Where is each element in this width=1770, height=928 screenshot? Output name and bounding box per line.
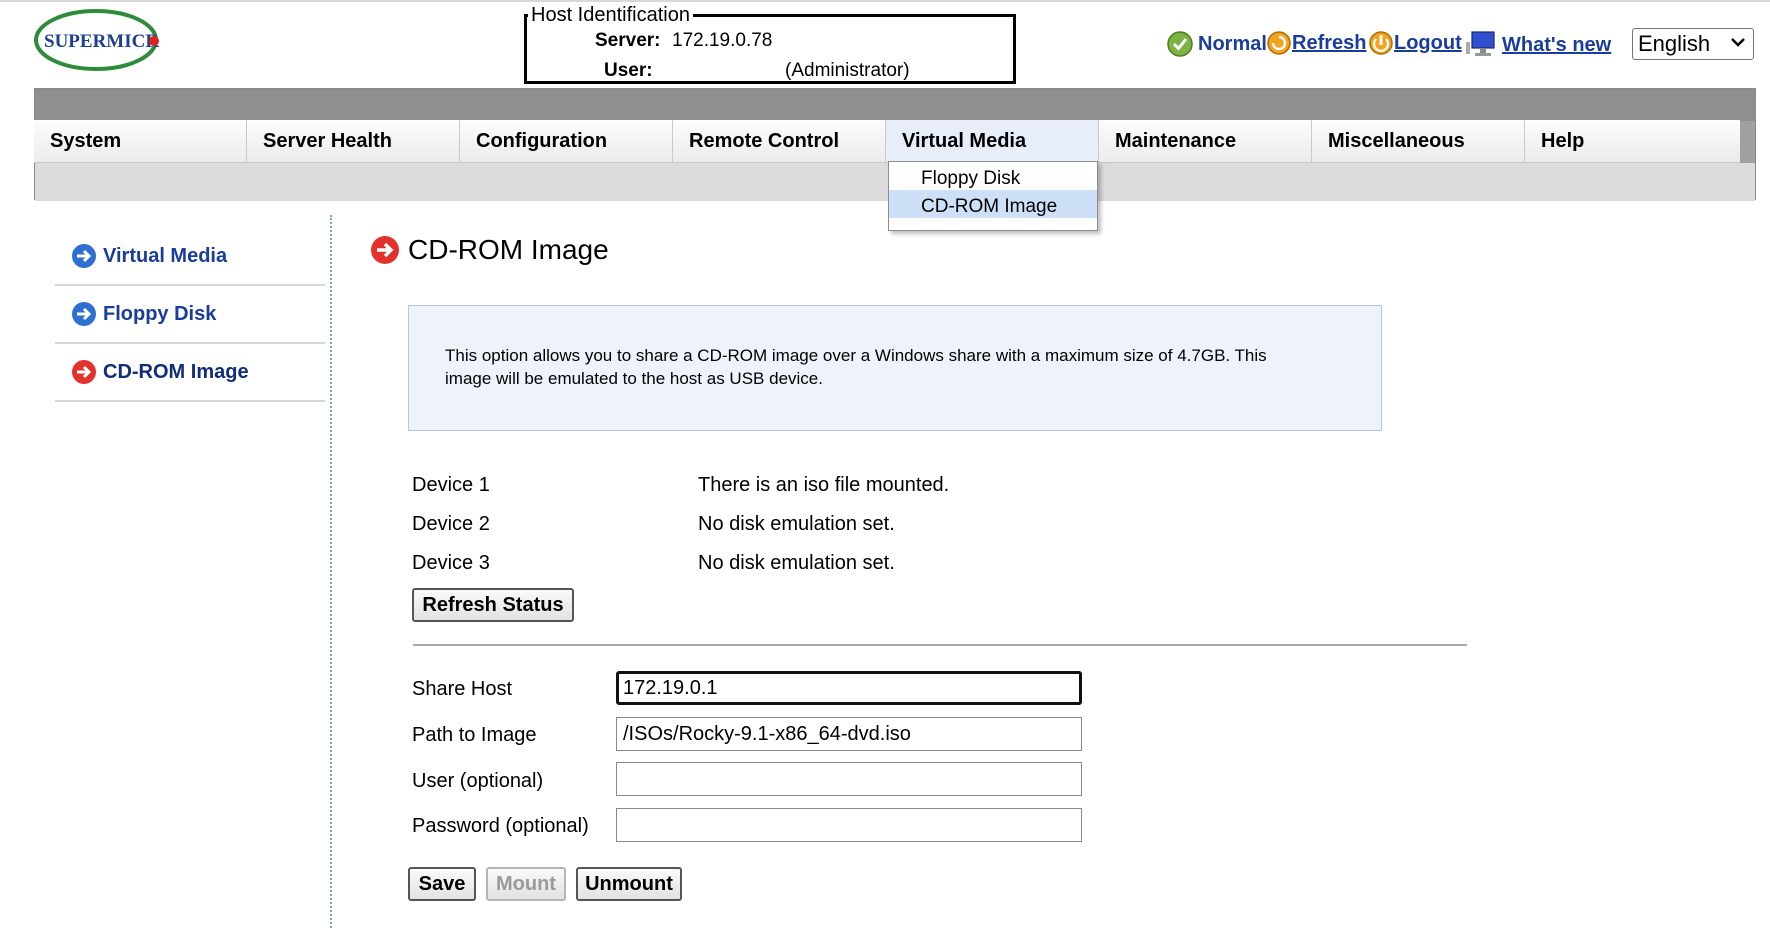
check-icon xyxy=(1167,31,1193,57)
path-to-image-label: Path to Image xyxy=(412,724,537,746)
save-button[interactable]: Save xyxy=(408,867,476,901)
device-3-status: No disk emulation set. xyxy=(698,552,895,574)
share-host-label: Share Host xyxy=(412,678,513,700)
device-3-label: Device 3 xyxy=(412,552,490,574)
password-input[interactable] xyxy=(616,808,1082,842)
dropdown-item-cd-rom-image[interactable]: CD-ROM Image xyxy=(889,190,1097,218)
refresh-status-button[interactable]: Refresh Status xyxy=(412,588,574,622)
sidebar-item-virtual-media[interactable]: Virtual Media xyxy=(55,228,325,286)
tab-maintenance[interactable]: Maintenance xyxy=(1099,120,1312,162)
refresh-link[interactable]: Refresh xyxy=(1266,30,1366,56)
logout-icon xyxy=(1369,31,1393,55)
logout-label[interactable]: Logout xyxy=(1394,32,1462,55)
server-value: 172.19.0.78 xyxy=(672,30,773,51)
status-indicator: Normal xyxy=(1166,30,1267,58)
tab-miscellaneous[interactable]: Miscellaneous xyxy=(1312,120,1525,162)
info-box: This option allows you to share a CD-ROM… xyxy=(408,305,1382,431)
sidebar-item-label: Floppy Disk xyxy=(103,302,217,325)
tab-configuration[interactable]: Configuration xyxy=(460,120,673,162)
logout-link[interactable]: Logout xyxy=(1368,30,1462,56)
language-value: English xyxy=(1638,31,1711,56)
page-title-text: CD-ROM Image xyxy=(408,234,609,265)
device-2-status: No disk emulation set. xyxy=(698,513,895,535)
refresh-icon xyxy=(1267,31,1291,55)
whats-new-label[interactable]: What's new xyxy=(1502,34,1611,57)
page-title: CD-ROM Image xyxy=(370,234,609,266)
password-optional-label: Password (optional) xyxy=(412,815,589,837)
monitor-icon xyxy=(1466,31,1495,56)
info-text-line-2: image will be emulated to the host as US… xyxy=(445,369,823,388)
whats-new-link[interactable]: What's new xyxy=(1466,30,1611,60)
host-identification-title: Host Identification xyxy=(528,4,693,27)
arrow-right-icon xyxy=(72,360,96,384)
virtual-media-dropdown: Floppy Disk CD-ROM Image xyxy=(888,161,1098,231)
language-select[interactable]: English xyxy=(1632,28,1754,60)
top-border xyxy=(0,0,1770,2)
sidebar-item-label: Virtual Media xyxy=(103,244,228,267)
mount-button[interactable]: Mount xyxy=(486,867,566,901)
device-2-label: Device 2 xyxy=(412,513,490,535)
supermicro-logo: SUPERMICR xyxy=(34,9,159,71)
tab-virtual-media[interactable]: Virtual Media xyxy=(886,120,1099,162)
form-divider xyxy=(413,644,1467,646)
tab-system[interactable]: System xyxy=(34,120,247,162)
sidebar-item-label: CD-ROM Image xyxy=(103,360,249,383)
share-host-input[interactable] xyxy=(616,671,1082,705)
status-label: Normal xyxy=(1198,32,1267,55)
refresh-label[interactable]: Refresh xyxy=(1292,32,1366,55)
arrow-right-icon xyxy=(371,236,399,264)
arrow-right-icon xyxy=(72,302,96,326)
main-nav: System Server Health Configuration Remot… xyxy=(34,120,1740,163)
user-optional-label: User (optional) xyxy=(412,770,544,792)
sidebar-item-floppy-disk[interactable]: Floppy Disk xyxy=(55,286,325,344)
device-1-label: Device 1 xyxy=(412,474,490,496)
server-label: Server: xyxy=(595,30,661,51)
tab-server-health[interactable]: Server Health xyxy=(247,120,460,162)
tab-remote-control[interactable]: Remote Control xyxy=(673,120,886,162)
user-input[interactable] xyxy=(616,762,1082,796)
arrow-right-icon xyxy=(72,244,96,268)
device-1-status: There is an iso file mounted. xyxy=(698,474,950,496)
user-value: (Administrator) xyxy=(785,60,910,81)
user-label: User: xyxy=(604,60,653,81)
svg-text:SUPERMICR: SUPERMICR xyxy=(44,31,159,52)
sidebar-divider xyxy=(330,215,332,928)
unmount-button[interactable]: Unmount xyxy=(576,867,682,901)
chevron-down-icon xyxy=(1731,38,1745,47)
nav-band-top xyxy=(35,89,1755,121)
dropdown-item-floppy-disk[interactable]: Floppy Disk xyxy=(889,162,1097,190)
tab-help[interactable]: Help xyxy=(1525,120,1738,162)
info-text-line-1: This option allows you to share a CD-ROM… xyxy=(445,346,1267,365)
sidebar-item-cd-rom-image[interactable]: CD-ROM Image xyxy=(55,344,325,402)
path-to-image-input[interactable] xyxy=(616,717,1082,751)
